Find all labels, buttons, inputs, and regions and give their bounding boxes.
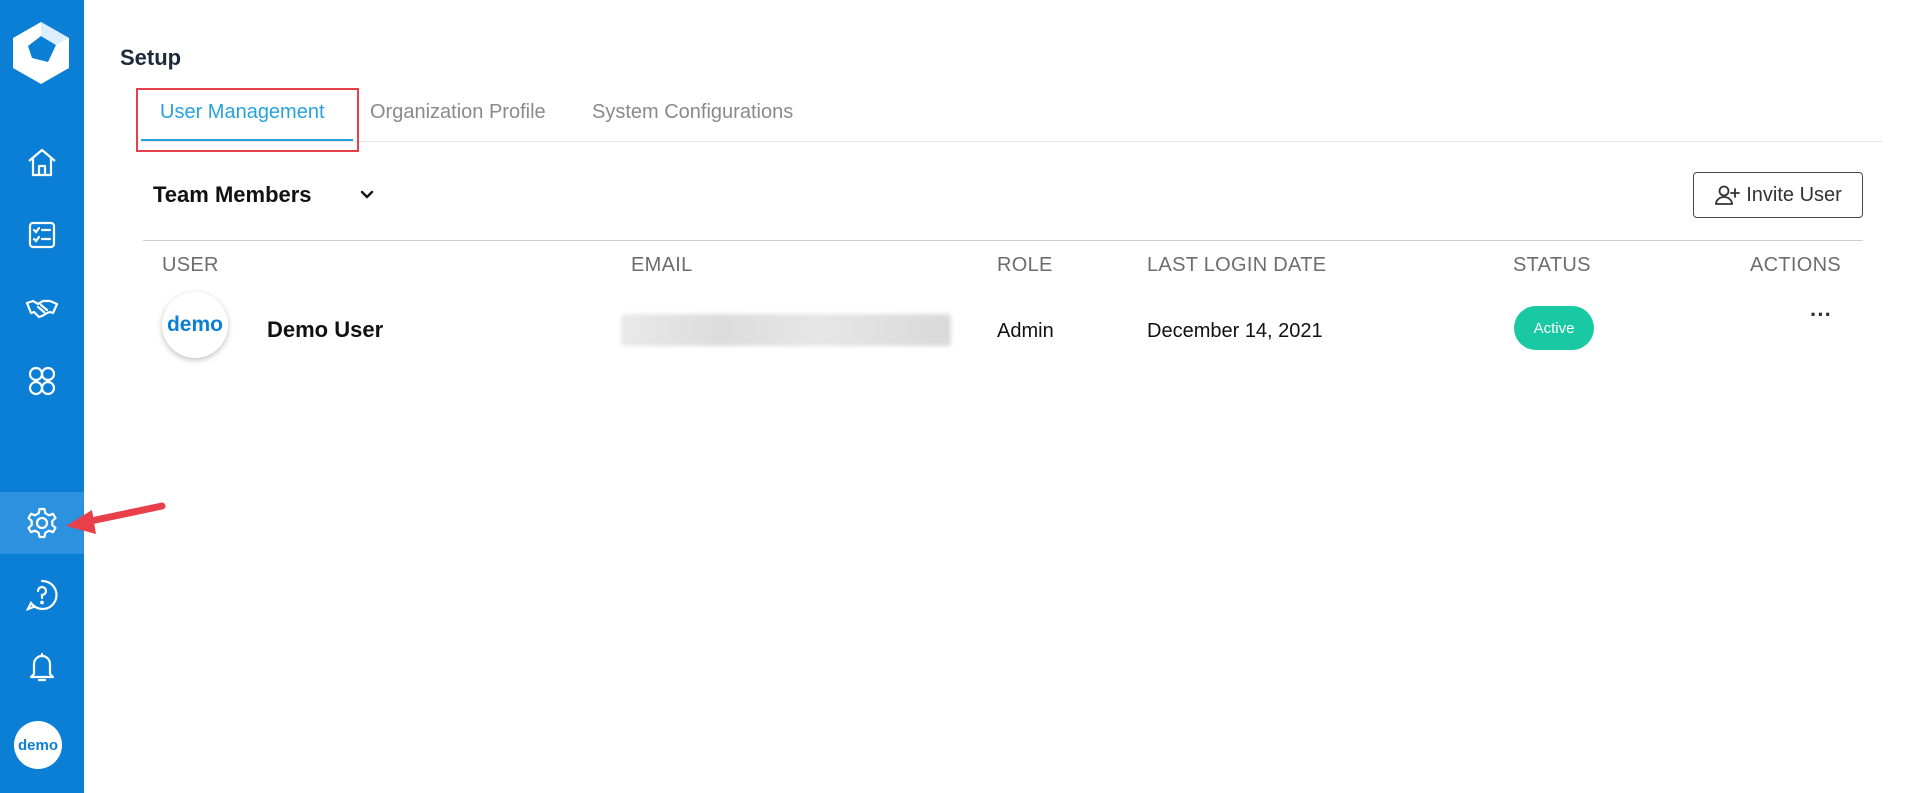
sidebar-item-notifications[interactable] — [0, 636, 84, 698]
avatar: demo — [162, 292, 228, 358]
email-redacted — [621, 314, 951, 346]
user-role: Admin — [997, 320, 1054, 342]
tab-bar: User Management Organization Profile Sys… — [141, 97, 1883, 142]
sidebar-item-help[interactable] — [0, 564, 84, 626]
sidebar-item-deals[interactable] — [0, 277, 84, 339]
add-user-icon — [1715, 185, 1741, 205]
table-row: demo Demo User Admin December 14, 2021 A… — [143, 290, 1863, 370]
column-header-actions: ACTIONS — [1750, 254, 1841, 276]
status-badge: Active — [1514, 306, 1594, 350]
handshake-icon — [25, 299, 59, 319]
annotation-arrow-icon — [66, 502, 166, 534]
sidebar: demo — [0, 0, 84, 793]
gear-icon — [27, 507, 57, 539]
more-actions-button[interactable]: ··· — [1804, 304, 1838, 334]
annotation-highlight-box — [136, 88, 359, 152]
tab-organization-profile[interactable]: Organization Profile — [370, 101, 546, 124]
invite-user-button[interactable]: Invite User — [1693, 172, 1863, 218]
people-icon — [28, 366, 56, 396]
column-header-email[interactable]: EMAIL — [631, 254, 693, 277]
home-icon — [28, 148, 56, 177]
team-members-label: Team Members — [153, 182, 312, 207]
sidebar-item-tasks[interactable] — [0, 204, 84, 266]
help-icon — [25, 579, 58, 611]
invite-user-label: Invite User — [1746, 183, 1842, 206]
user-name: Demo User — [267, 317, 384, 342]
logo-cube-icon[interactable] — [6, 18, 76, 88]
bell-icon — [29, 652, 55, 682]
team-header: Team Members Invite User — [143, 172, 1863, 241]
page-title: Setup — [120, 45, 182, 70]
chevron-down-icon — [358, 186, 376, 204]
sidebar-item-home[interactable] — [0, 131, 84, 193]
column-header-role[interactable]: ROLE — [997, 254, 1053, 277]
tab-system-configurations[interactable]: System Configurations — [592, 101, 793, 124]
column-header-user[interactable]: USER — [162, 254, 219, 277]
sidebar-item-groups[interactable] — [0, 350, 84, 412]
column-header-last-login[interactable]: LAST LOGIN DATE — [1147, 254, 1326, 277]
team-members-dropdown[interactable]: Team Members — [153, 182, 376, 208]
column-header-status[interactable]: STATUS — [1513, 254, 1591, 277]
last-login-date: December 14, 2021 — [1147, 320, 1323, 342]
user-avatar[interactable]: demo — [14, 721, 62, 769]
checklist-icon — [28, 221, 56, 249]
